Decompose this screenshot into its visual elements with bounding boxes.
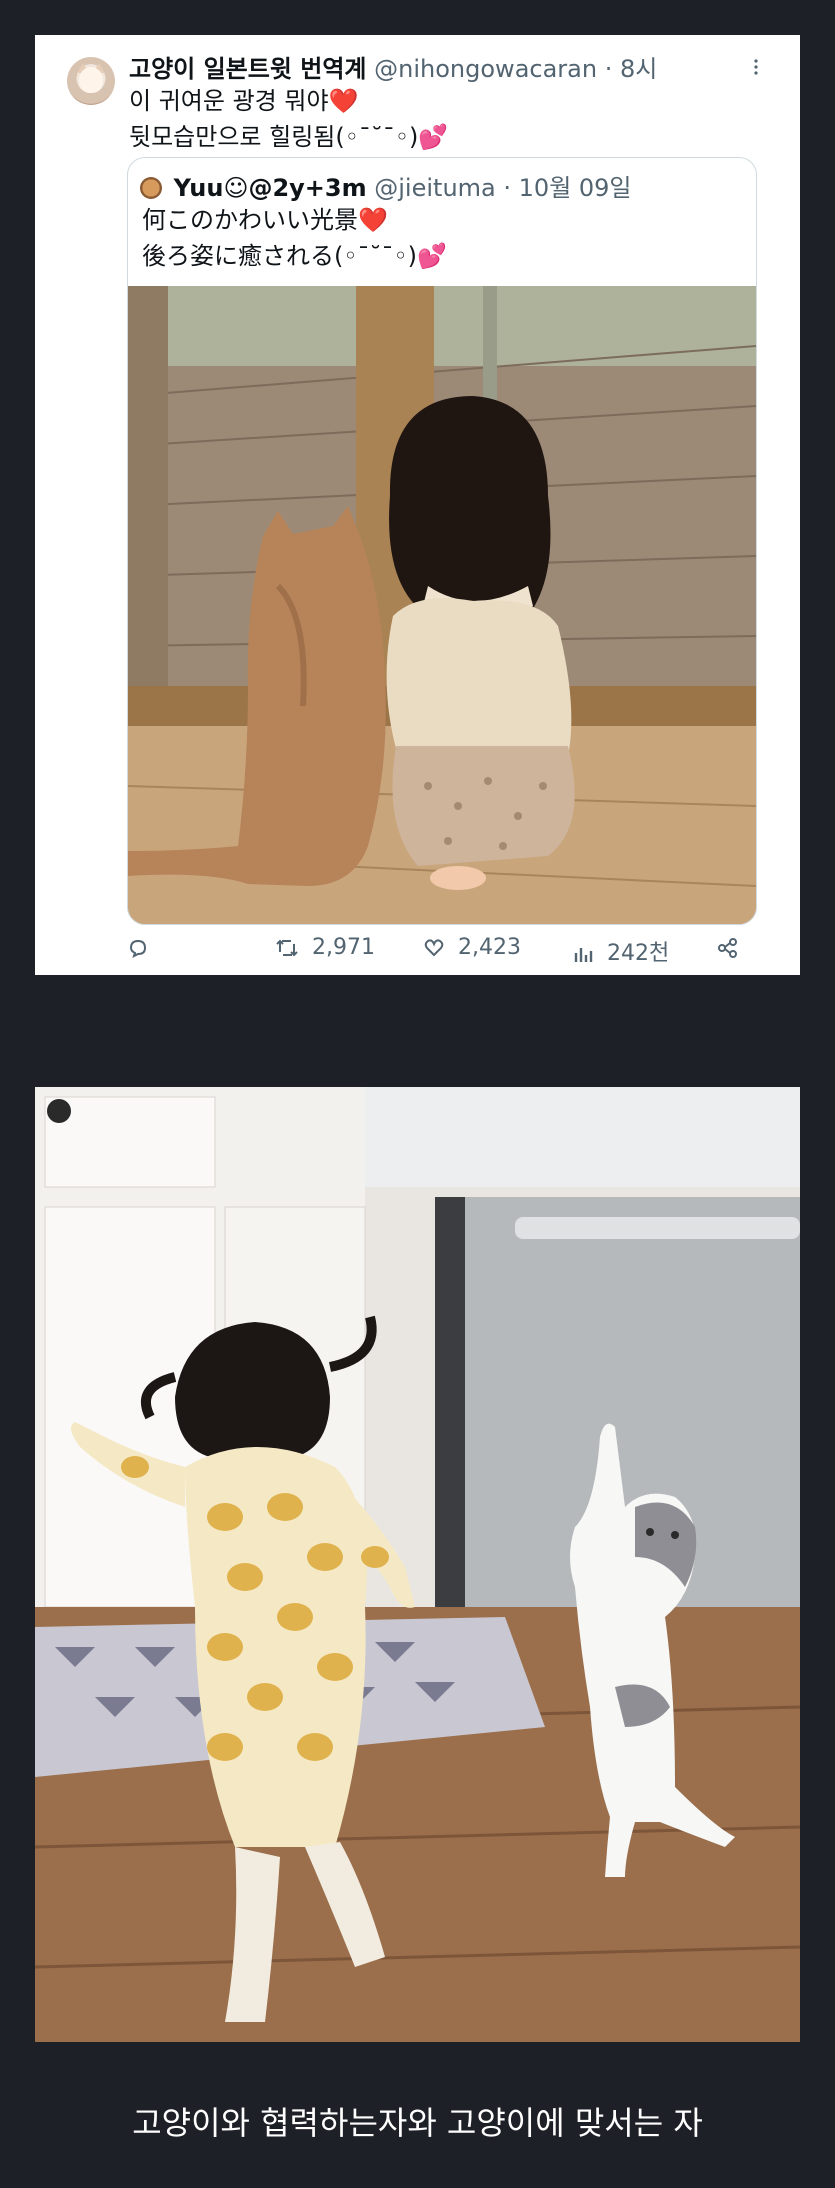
more-icon[interactable]: [753, 57, 759, 77]
quoted-tweet[interactable]: Yuu☺@2y+3m @jieituma · 10월 09일 何このかわいい光景…: [127, 157, 757, 925]
avatar-face: [79, 67, 103, 93]
tweet-text-line-1: 이 귀여운 광경 뭐야❤️: [129, 87, 359, 115]
quoted-tweet-date[interactable]: · 10월 09일: [503, 174, 631, 202]
reply-button[interactable]: [127, 935, 155, 960]
author-name[interactable]: 고양이 일본트윗 번역계: [129, 55, 367, 83]
views-button[interactable]: 242천: [572, 935, 669, 967]
quoted-author-avatar[interactable]: [140, 177, 162, 199]
like-count: 2,423: [458, 935, 521, 960]
photo-kitchen-scene: [35, 1087, 800, 2042]
tweet-text: 이 귀여운 광경 뭐야❤️ 뒷모습만으로 힐링됨(◦ˉ˘ˉ◦)💕: [129, 83, 448, 155]
retweet-count: 2,971: [312, 935, 375, 960]
views-count: 242천: [607, 941, 670, 966]
heart-icon: [424, 939, 444, 957]
tweet-actions: 2,971 2,423 242천: [35, 929, 800, 969]
retweet-button[interactable]: 2,971: [275, 935, 375, 960]
retweet-icon: [276, 939, 298, 957]
photo-child-and-cat-dancing[interactable]: [35, 1087, 800, 2042]
quoted-tweet-header: Yuu☺@2y+3m @jieituma · 10월 09일: [140, 168, 632, 203]
share-button[interactable]: [717, 935, 745, 960]
views-icon: [574, 948, 593, 962]
quoted-author-handle[interactable]: @jieituma: [374, 174, 495, 202]
reply-icon: [129, 939, 147, 958]
quoted-text-line-2: 後ろ姿に癒される(◦ˉ˘ˉ◦)💕: [142, 242, 447, 270]
quoted-tweet-photo[interactable]: [128, 286, 756, 924]
author-avatar[interactable]: [67, 57, 115, 105]
share-icon: [718, 938, 737, 958]
author-handle[interactable]: @nihongowacaran: [374, 55, 597, 83]
quoted-tweet-text: 何このかわいい光景❤️ 後ろ姿に癒される(◦ˉ˘ˉ◦)💕: [142, 202, 447, 274]
quoted-author-name[interactable]: Yuu☺@2y+3m: [174, 174, 367, 202]
like-button[interactable]: 2,423: [423, 935, 521, 960]
tweet-time[interactable]: · 8시: [605, 55, 658, 83]
caption: 고양이와 협력하는자와 고양이에 맞서는 자: [132, 2104, 703, 2142]
tweet-text-line-2: 뒷모습만으로 힐링됨(◦ˉ˘ˉ◦)💕: [129, 123, 449, 151]
tweet-card[interactable]: 고양이 일본트윗 번역계 @nihongowacaran · 8시 이 귀여운 …: [35, 35, 800, 975]
quoted-text-line-1: 何このかわいい光景❤️: [142, 206, 388, 234]
photo-child-and-cat-at-window: [128, 286, 756, 924]
tweet-header: 고양이 일본트윗 번역계 @nihongowacaran · 8시: [129, 49, 657, 84]
